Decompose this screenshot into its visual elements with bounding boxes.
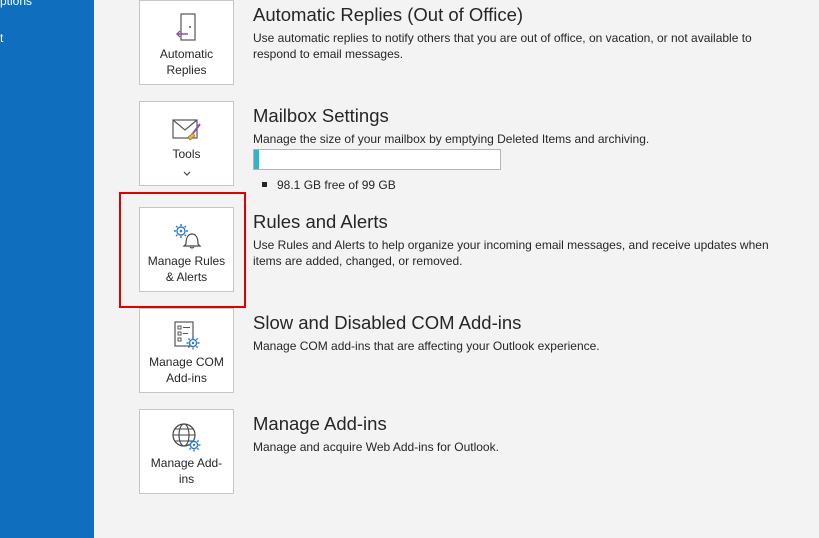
chevron-down-icon[interactable] — [183, 164, 191, 182]
manage-addins-description: Manage and acquire Web Add-ins for Outlo… — [253, 440, 499, 454]
tile-label-line2: Replies — [166, 63, 207, 77]
backstage-sidebar: ptions t — [0, 0, 94, 538]
tile-label-line1: Automatic — [159, 47, 214, 61]
com-addins-title: Slow and Disabled COM Add-ins — [253, 312, 522, 333]
manage-addins-title: Manage Add-ins — [253, 413, 387, 434]
bullet-icon — [262, 182, 267, 187]
tile-label-line1: Manage Add- — [150, 456, 223, 470]
manage-com-addins-button[interactable]: Manage COM Add-ins — [139, 308, 234, 393]
manage-addins-button[interactable]: Manage Add- ins — [139, 409, 234, 494]
tile-label-line1: Tools — [172, 147, 201, 161]
rules-alerts-description: Use Rules and Alerts to help organize yo… — [253, 238, 769, 268]
tile-label-line2: Add-ins — [166, 371, 207, 385]
mailbox-storage-text: 98.1 GB free of 99 GB — [262, 178, 396, 192]
mailbox-usage-fill — [254, 150, 259, 169]
mailbox-settings-description: Manage the size of your mailbox by empty… — [253, 132, 650, 146]
highlight-box — [119, 192, 246, 308]
mailbox-settings-title: Mailbox Settings — [253, 105, 389, 126]
mailbox-usage-bar — [253, 149, 501, 170]
storage-free-text: 98.1 GB free of 99 GB — [277, 178, 396, 192]
automatic-replies-button[interactable]: Automatic Replies — [139, 0, 234, 85]
tile-label-line2: ins — [178, 472, 195, 486]
auto-replies-description: Use automatic replies to notify others t… — [253, 31, 752, 61]
sidebar-item-options[interactable]: ptions — [0, 0, 32, 8]
rules-alerts-title: Rules and Alerts — [253, 211, 388, 232]
automatic-replies-icon — [174, 13, 200, 48]
web-addins-icon — [171, 421, 203, 458]
auto-replies-title: Automatic Replies (Out of Office) — [253, 4, 524, 25]
mailbox-tools-icon — [171, 116, 203, 149]
com-addins-icon — [172, 320, 202, 357]
mailbox-tools-button[interactable]: Tools — [139, 101, 234, 186]
com-addins-description: Manage COM add-ins that are affecting yo… — [253, 339, 600, 353]
sidebar-item-exit[interactable]: t — [0, 31, 3, 45]
tile-label-line1: Manage COM — [149, 355, 224, 369]
